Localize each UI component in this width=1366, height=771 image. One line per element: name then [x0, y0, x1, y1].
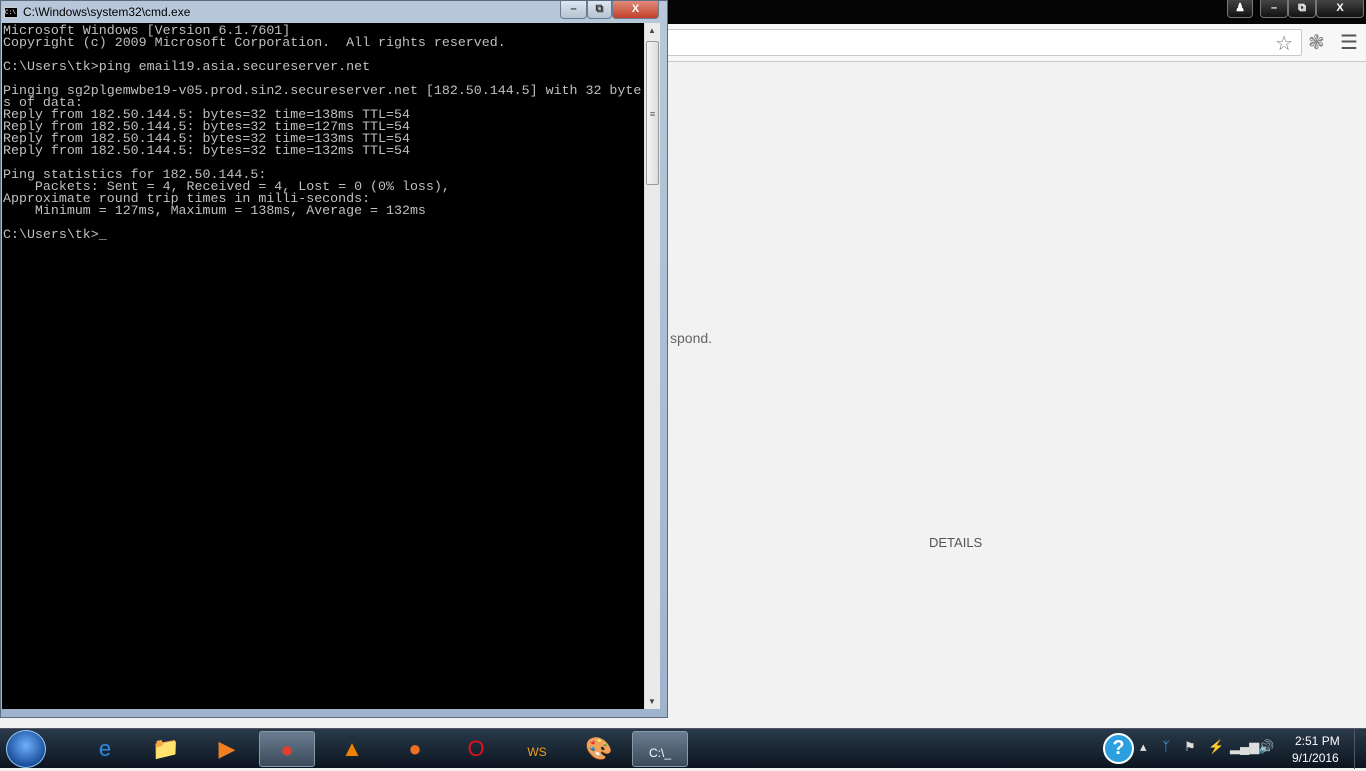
show-desktop-button[interactable] — [1354, 729, 1366, 769]
details-button[interactable]: DETAILS — [929, 535, 982, 550]
opera-icon: O — [467, 736, 485, 761]
paint-icon: 🎨 — [585, 736, 613, 761]
cmd-title: C:\Windows\system32\cmd.exe — [23, 5, 191, 19]
bookmark-star-icon[interactable]: ☆ — [1275, 31, 1293, 56]
browser-restore-button[interactable]: ⧉ — [1288, 0, 1316, 18]
network-signal-icon[interactable]: ▂▄▆ — [1230, 739, 1259, 755]
menu-icon[interactable]: ☰ — [1340, 30, 1358, 55]
file-explorer-icon: 📁 — [152, 736, 180, 761]
console-line: Pinging sg2plgemwbe19-v05.prod.sin2.secu… — [3, 83, 642, 98]
profile-button[interactable]: ♟ — [1227, 0, 1253, 18]
error-message: spond. — [670, 330, 713, 346]
bluetooth-icon[interactable]: ᛉ — [1162, 739, 1170, 754]
console-line: Reply from 182.50.144.5: bytes=32 time=1… — [3, 143, 410, 158]
extension-icon[interactable]: ❃ — [1308, 30, 1325, 55]
cmd-maximize-button[interactable]: ⧉ — [587, 1, 612, 19]
system-tray: ? ▴ ᛉ ⚑ ⚡ ▂▄▆ 🔊 2:51 PM 9/1/2016 — [1100, 729, 1366, 769]
start-button[interactable] — [6, 730, 46, 768]
firefox-icon: ● — [408, 736, 422, 761]
browser-titlebar: ♟ – ⧉ X — [660, 0, 1366, 24]
scroll-down-arrow-icon[interactable]: ▼ — [648, 697, 656, 706]
scroll-up-arrow-icon[interactable]: ▲ — [648, 26, 656, 35]
action-center-flag-icon[interactable]: ⚑ — [1184, 739, 1196, 755]
scroll-thumb[interactable]: ≡ — [646, 41, 659, 185]
show-hidden-icons-icon[interactable]: ▴ — [1140, 739, 1147, 755]
browser-minimize-button[interactable]: – — [1260, 0, 1288, 18]
volume-icon[interactable]: 🔊 — [1258, 739, 1274, 755]
cmd-close-button[interactable]: X — [612, 1, 659, 19]
taskbar: e 📁 ▶ ● ▲ ● O WS 🎨 C:\_ ? ▴ ᛉ ⚑ ⚡ ▂▄▆ 🔊 2:51 PM 9… — [0, 728, 1366, 769]
vlc-icon: ▲ — [341, 736, 363, 761]
browser-toolbar: ☆ ❃ ☰ — [668, 24, 1366, 62]
cmd-icon: C:\ — [4, 7, 18, 18]
cmd-window: C:\ C:\Windows\system32\cmd.exe – ⧉ X Mi… — [0, 0, 668, 718]
browser-error-page: spond. DETAILS — [668, 62, 1366, 728]
media-player-icon: ▶ — [218, 736, 236, 761]
cmd-scrollbar[interactable]: ▲ ≡ ▼ — [644, 23, 660, 709]
cmd-titlebar[interactable]: C:\ C:\Windows\system32\cmd.exe – ⧉ X — [1, 1, 669, 23]
chrome-icon: ● — [280, 737, 294, 762]
cmd-minimize-button[interactable]: – — [560, 1, 587, 19]
taskbar-media-player-button[interactable]: ▶ — [199, 731, 255, 767]
internet-explorer-icon: e — [98, 736, 112, 761]
clock-date[interactable]: 9/1/2016 — [1292, 751, 1339, 765]
browser-close-button[interactable]: X — [1316, 0, 1364, 18]
taskbar-vlc-button[interactable]: ▲ — [324, 731, 380, 767]
taskbar-chrome-button[interactable]: ● — [259, 731, 315, 767]
cmd-icon: C:\_ — [648, 746, 671, 760]
console-line: C:\Users\tk>ping email19.asia.secureserv… — [3, 59, 371, 74]
taskbar-internet-explorer-button[interactable]: e — [77, 731, 133, 767]
help-icon[interactable]: ? — [1103, 733, 1134, 764]
power-icon[interactable]: ⚡ — [1208, 739, 1224, 755]
ws-app-icon: WS — [527, 745, 547, 759]
console-line: Copyright (c) 2009 Microsoft Corporation… — [3, 35, 506, 50]
taskbar-cmd-button[interactable]: C:\_ — [632, 731, 688, 767]
clock-time[interactable]: 2:51 PM — [1295, 734, 1340, 748]
address-bar[interactable]: ☆ — [668, 29, 1302, 56]
taskbar-opera-button[interactable]: O — [448, 731, 504, 767]
console-output[interactable]: Microsoft Windows [Version 6.1.7601] Copy… — [2, 23, 644, 709]
taskbar-paint-button[interactable]: 🎨 — [571, 731, 627, 767]
console-line: C:\Users\tk>_ — [3, 227, 107, 242]
taskbar-file-explorer-button[interactable]: 📁 — [138, 731, 194, 767]
taskbar-firefox-button[interactable]: ● — [387, 731, 443, 767]
console-line: Minimum = 127ms, Maximum = 138ms, Averag… — [3, 203, 426, 218]
taskbar-ws-app-button[interactable]: WS — [509, 731, 565, 767]
